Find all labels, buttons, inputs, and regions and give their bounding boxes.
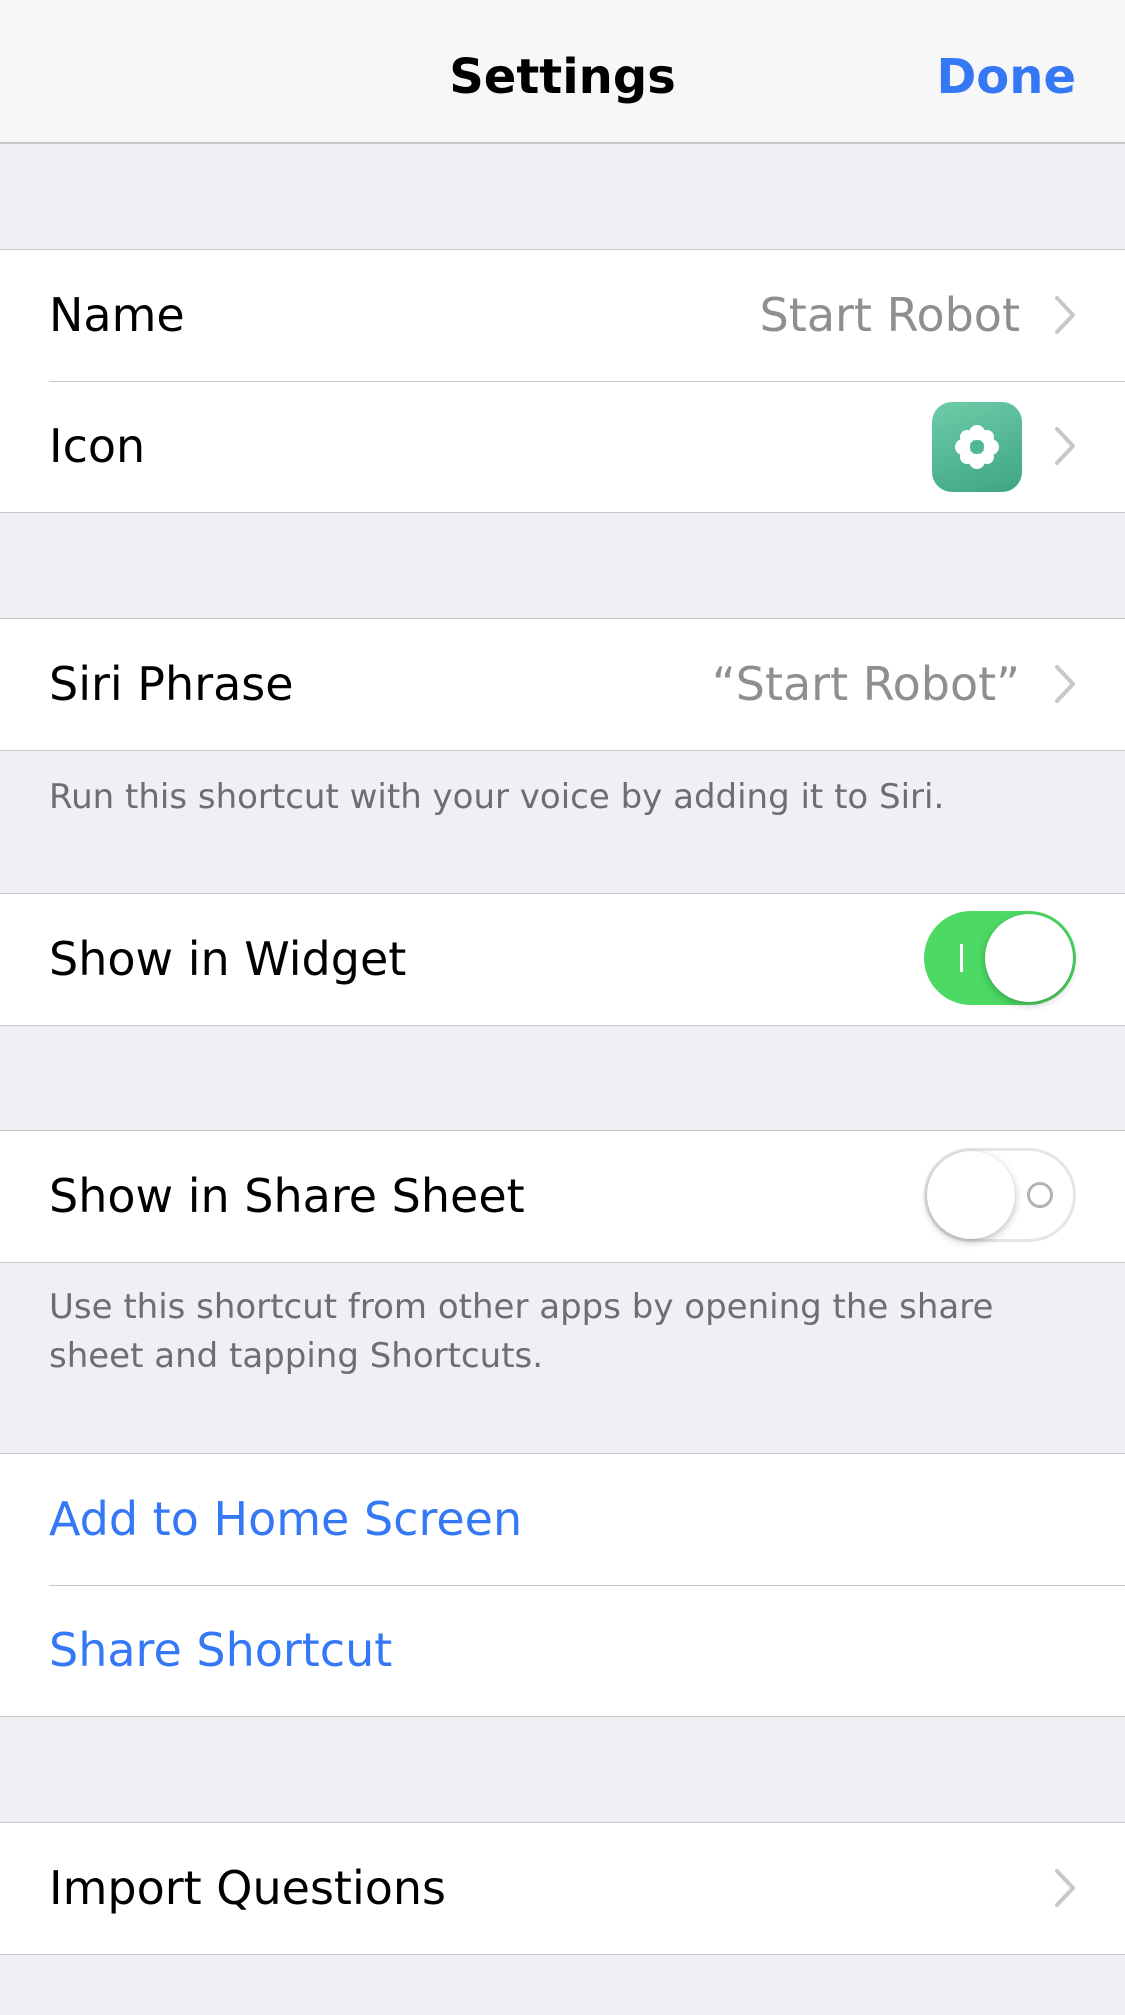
import-questions-row[interactable]: Import Questions [0,1823,1125,1954]
add-to-home-screen-row[interactable]: Add to Home Screen [0,1454,1125,1585]
show-in-widget-label: Show in Widget [49,932,407,986]
siri-phrase-value: “Start Robot” [711,657,1020,711]
siri-footer-note: Run this shortcut with your voice by add… [49,777,945,817]
siri-group: Siri Phrase “Start Robot” [0,618,1125,751]
flower-icon [955,425,999,469]
icon-label: Icon [49,419,146,473]
show-in-share-sheet-label: Show in Share Sheet [49,1169,525,1223]
actions-group: Add to Home Screen Share Shortcut [0,1453,1125,1717]
toggle-on-mark-icon [960,944,963,972]
name-row[interactable]: Name Start Robot [0,250,1125,381]
navigation-bar: Settings Done [0,0,1125,144]
import-group: Import Questions [0,1822,1125,1955]
share-shortcut-button[interactable]: Share Shortcut [49,1585,392,1716]
toggle-knob [927,1151,1015,1239]
show-in-widget-toggle[interactable] [924,911,1076,1005]
show-in-widget-row: Show in Widget [0,894,1125,1025]
show-in-share-sheet-row: Show in Share Sheet [0,1131,1125,1262]
add-to-home-screen-button[interactable]: Add to Home Screen [49,1454,522,1585]
chevron-right-icon [1055,665,1075,703]
chevron-right-icon [1055,1869,1075,1907]
share-sheet-group: Show in Share Sheet [0,1130,1125,1263]
import-questions-label: Import Questions [49,1861,446,1915]
name-value: Start Robot [759,288,1020,342]
siri-phrase-row[interactable]: Siri Phrase “Start Robot” [0,619,1125,750]
toggle-off-mark-icon [1027,1182,1053,1208]
icon-row[interactable]: Icon [0,381,1125,512]
share-sheet-footer-note: Use this shortcut from other apps by ope… [49,1287,994,1376]
siri-phrase-label: Siri Phrase [49,657,294,711]
widget-group: Show in Widget [0,893,1125,1026]
chevron-right-icon [1055,427,1075,465]
name-label: Name [49,288,185,342]
shortcut-icon-preview [932,402,1022,492]
show-in-share-sheet-toggle[interactable] [924,1148,1076,1242]
toggle-knob [985,914,1073,1002]
done-button[interactable]: Done [936,0,1076,144]
name-icon-group: Name Start Robot Icon [0,249,1125,513]
chevron-right-icon [1055,296,1075,334]
share-shortcut-row[interactable]: Share Shortcut [0,1585,1125,1716]
